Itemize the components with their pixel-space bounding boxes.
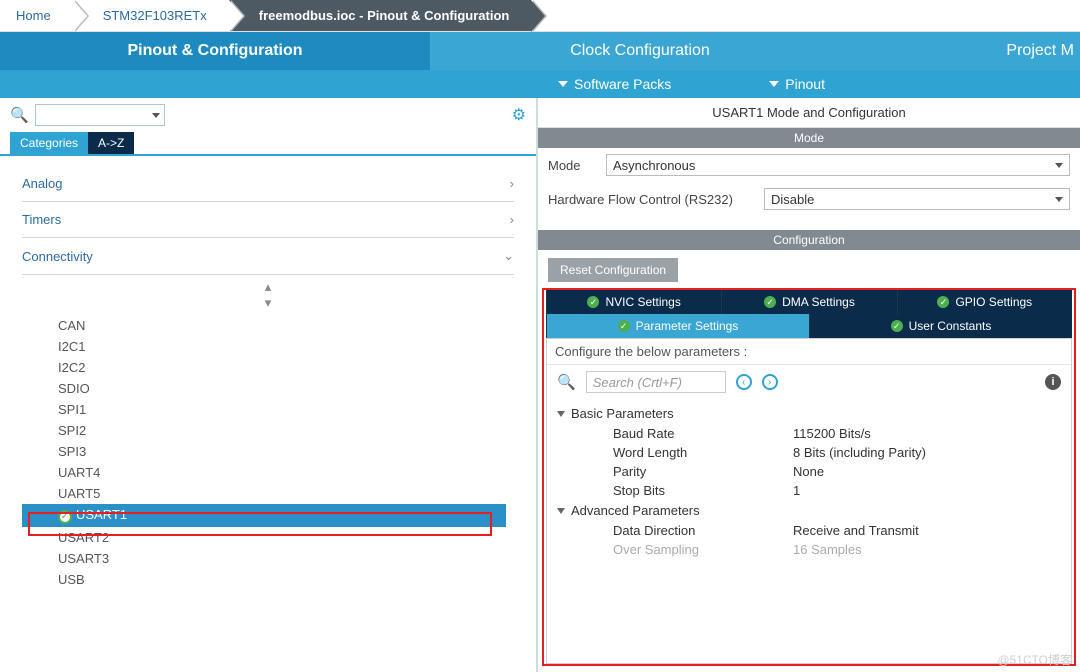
- prev-match-button[interactable]: ‹: [736, 374, 752, 390]
- tab-a-to-z[interactable]: A->Z: [88, 132, 134, 154]
- config-panel: USART1 Mode and Configuration Mode Mode …: [538, 98, 1080, 672]
- param-search-input[interactable]: Search (Crtl+F): [586, 371, 726, 393]
- filter-tabs: Categories A->Z: [0, 132, 536, 156]
- tab-clock-configuration[interactable]: Clock Configuration: [430, 32, 850, 70]
- tab-user-constants[interactable]: ✓User Constants: [809, 314, 1072, 338]
- check-icon: ✓: [618, 320, 630, 332]
- periph-usart2[interactable]: USART2: [58, 527, 514, 548]
- check-icon: ✓: [587, 296, 599, 308]
- chevron-right-icon: ›: [510, 212, 514, 227]
- watermark: @51CTO博客: [997, 651, 1072, 668]
- chevron-right-icon: ›: [510, 176, 514, 191]
- category-analog[interactable]: Analog›: [22, 166, 514, 202]
- group-advanced-parameters[interactable]: Advanced Parameters: [557, 500, 1061, 521]
- tab-project-manager[interactable]: Project M: [850, 32, 1080, 70]
- periph-can[interactable]: CAN: [58, 315, 514, 336]
- periph-sdio[interactable]: SDIO: [58, 378, 514, 399]
- breadcrumb-device[interactable]: STM32F103RETx: [73, 0, 229, 31]
- category-timers[interactable]: Timers›: [22, 202, 514, 238]
- chevron-down-icon: [1055, 197, 1063, 202]
- param-parity[interactable]: ParityNone: [557, 462, 1061, 481]
- param-section-title: Configure the below parameters :: [547, 339, 1071, 365]
- periph-usart3[interactable]: USART3: [58, 548, 514, 569]
- search-icon[interactable]: 🔍: [557, 373, 576, 391]
- periph-usb[interactable]: USB: [58, 569, 514, 590]
- group-basic-parameters[interactable]: Basic Parameters: [557, 403, 1061, 424]
- tab-pinout-configuration[interactable]: Pinout & Configuration: [0, 32, 430, 70]
- check-icon: ✓: [937, 296, 949, 308]
- tab-dma-settings[interactable]: ✓DMA Settings: [721, 290, 896, 314]
- periph-i2c1[interactable]: I2C1: [58, 336, 514, 357]
- chevron-down-icon: [769, 81, 779, 87]
- chevron-down-icon: [152, 113, 160, 118]
- tab-gpio-settings[interactable]: ✓GPIO Settings: [897, 290, 1072, 314]
- check-icon: ✓: [764, 296, 776, 308]
- param-stop-bits[interactable]: Stop Bits1: [557, 481, 1061, 500]
- hwflow-select[interactable]: Disable: [764, 188, 1070, 210]
- panel-title: USART1 Mode and Configuration: [538, 98, 1080, 128]
- gear-icon[interactable]: ⚙: [512, 105, 526, 125]
- mode-select[interactable]: Asynchronous: [606, 154, 1070, 176]
- check-icon: ✓: [891, 320, 903, 332]
- breadcrumb-home[interactable]: Home: [0, 0, 73, 31]
- next-match-button[interactable]: ›: [762, 374, 778, 390]
- sub-toolbar: Software Packs Pinout: [0, 70, 1080, 98]
- periph-usart1[interactable]: ✓USART1: [22, 504, 506, 527]
- config-section-header: Configuration: [538, 230, 1080, 250]
- breadcrumb: Home STM32F103RETx freemodbus.ioc - Pino…: [0, 0, 1080, 32]
- top-tabs: Pinout & Configuration Clock Configurati…: [0, 32, 1080, 70]
- tab-categories[interactable]: Categories: [10, 132, 88, 154]
- param-over-sampling[interactable]: Over Sampling16 Samples: [557, 540, 1061, 559]
- periph-spi2[interactable]: SPI2: [58, 420, 514, 441]
- periph-uart5[interactable]: UART5: [58, 483, 514, 504]
- mode-label: Mode: [548, 158, 600, 173]
- menu-software-packs[interactable]: Software Packs: [540, 70, 751, 98]
- search-icon[interactable]: 🔍: [10, 106, 29, 124]
- check-icon: ✓: [58, 510, 72, 524]
- sort-icon[interactable]: ▴▾: [22, 275, 514, 315]
- periph-spi3[interactable]: SPI3: [58, 441, 514, 462]
- mode-section-header: Mode: [538, 128, 1080, 148]
- periph-spi1[interactable]: SPI1: [58, 399, 514, 420]
- periph-i2c2[interactable]: I2C2: [58, 357, 514, 378]
- menu-pinout[interactable]: Pinout: [751, 70, 905, 98]
- periph-uart4[interactable]: UART4: [58, 462, 514, 483]
- chevron-down-icon: [557, 411, 565, 417]
- breadcrumb-file[interactable]: freemodbus.ioc - Pinout & Configuration: [229, 0, 532, 31]
- peripheral-list: CAN I2C1 I2C2 SDIO SPI1 SPI2 SPI3 UART4 …: [22, 315, 514, 590]
- chevron-down-icon: ⌄: [503, 248, 514, 264]
- tab-nvic-settings[interactable]: ✓NVIC Settings: [546, 290, 721, 314]
- chevron-down-icon: [557, 508, 565, 514]
- param-baud-rate[interactable]: Baud Rate115200 Bits/s: [557, 424, 1061, 443]
- chevron-down-icon: [1055, 163, 1063, 168]
- param-data-direction[interactable]: Data DirectionReceive and Transmit: [557, 521, 1061, 540]
- search-toolbar: 🔍 ⚙: [0, 98, 536, 132]
- chevron-down-icon: [558, 81, 568, 87]
- param-word-length[interactable]: Word Length8 Bits (including Parity): [557, 443, 1061, 462]
- peripheral-tree-panel: 🔍 ⚙ Categories A->Z Analog› Timers› Conn…: [0, 98, 538, 672]
- category-connectivity[interactable]: Connectivity⌄: [22, 238, 514, 275]
- info-icon[interactable]: i: [1045, 374, 1061, 390]
- search-combo[interactable]: [35, 104, 165, 126]
- tab-parameter-settings[interactable]: ✓Parameter Settings: [546, 314, 809, 338]
- hwflow-label: Hardware Flow Control (RS232): [548, 192, 758, 207]
- reset-configuration-button[interactable]: Reset Configuration: [548, 258, 678, 282]
